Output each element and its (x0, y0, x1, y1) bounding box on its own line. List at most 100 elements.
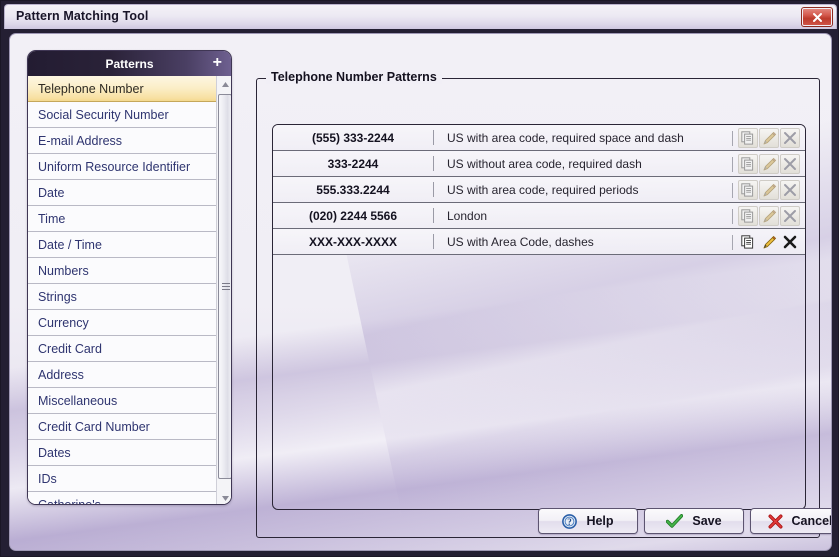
x-icon (768, 514, 782, 528)
actions-divider (732, 182, 733, 198)
sidebar-item-catherine-s[interactable]: Catherine's (28, 492, 216, 504)
scroll-thumb[interactable] (218, 94, 231, 479)
sidebar-item-currency[interactable]: Currency (28, 310, 216, 336)
sidebar-item-ids[interactable]: IDs (28, 466, 216, 492)
sidebar-item-date[interactable]: Date (28, 180, 216, 206)
pattern-table: (555) 333-2244 US with area code, require… (272, 124, 806, 510)
pattern-example: (555) 333-2244 (311, 130, 395, 145)
window-title: Pattern Matching Tool (16, 9, 149, 23)
edit-pattern-button[interactable] (759, 180, 779, 200)
caret-down-icon (221, 495, 229, 501)
table-row[interactable]: 333-2244 US without area code, required d… (273, 151, 805, 177)
copy-icon (741, 131, 754, 145)
scroll-down-button[interactable] (217, 490, 231, 504)
actions-divider (732, 234, 733, 250)
svg-text:?: ? (568, 517, 573, 527)
edit-pattern-button[interactable] (759, 154, 779, 174)
dialog-button-bar: ? Help Save Cancel (10, 508, 832, 542)
sidebar-item-social-security-number[interactable]: Social Security Number (28, 102, 216, 128)
edit-pencil-icon (763, 209, 776, 222)
copy-pattern-button[interactable] (738, 128, 758, 148)
caret-up-icon (221, 81, 229, 87)
cancel-button[interactable]: Cancel (750, 508, 832, 534)
delete-x-icon (784, 158, 796, 170)
sidebar-item-label: Strings (38, 290, 77, 304)
question-circle-icon: ? (562, 513, 578, 529)
delete-pattern-button[interactable] (780, 232, 800, 252)
sidebar-item-numbers[interactable]: Numbers (28, 258, 216, 284)
sidebar-item-label: IDs (38, 472, 57, 486)
delete-x-icon (784, 132, 796, 144)
client-area: Patterns + Telephone Number Social Securi… (4, 29, 837, 555)
copy-pattern-button[interactable] (738, 180, 758, 200)
telephone-patterns-groupbox: Telephone Number Patterns (555) 333-2244… (256, 70, 820, 538)
patterns-header-title: Patterns (105, 56, 154, 71)
sidebar-item-uniform-resource-identifier[interactable]: Uniform Resource Identifier (28, 154, 216, 180)
edit-pattern-button[interactable] (759, 128, 779, 148)
row-actions (732, 205, 800, 227)
table-row[interactable]: XXX-XXX-XXXX US with Area Code, dashes (273, 229, 805, 255)
check-icon (666, 513, 684, 528)
sidebar-item-label: Credit Card (38, 342, 102, 356)
pattern-example: 555.333.2244 (316, 182, 390, 197)
sidebar-item-label: Uniform Resource Identifier (38, 160, 191, 174)
sidebar-item-telephone-number[interactable]: Telephone Number (28, 76, 216, 102)
sidebar-item-dates[interactable]: Dates (28, 440, 216, 466)
sidebar-item-e-mail-address[interactable]: E-mail Address (28, 128, 216, 154)
edit-pattern-button[interactable] (759, 232, 779, 252)
copy-icon (741, 157, 754, 171)
sidebar-item-label: Date / Time (38, 238, 102, 252)
column-divider (433, 182, 434, 197)
pattern-example: (020) 2244 5566 (308, 208, 398, 223)
close-icon (812, 12, 822, 22)
sidebar-item-label: Telephone Number (38, 82, 144, 96)
help-button-label: Help (586, 514, 614, 528)
pattern-example: XXX-XXX-XXXX (308, 234, 398, 249)
edit-pencil-icon (763, 131, 776, 144)
save-button[interactable]: Save (644, 508, 744, 534)
copy-icon (741, 209, 754, 223)
add-pattern-button[interactable]: + (213, 54, 222, 72)
sidebar-item-label: Address (38, 368, 84, 382)
patterns-list-wrapper: Telephone Number Social Security Number E-… (28, 76, 231, 504)
dialog-surface: Patterns + Telephone Number Social Securi… (9, 33, 832, 551)
sidebar-item-strings[interactable]: Strings (28, 284, 216, 310)
edit-pencil-icon (763, 157, 776, 170)
copy-icon (741, 183, 754, 197)
actions-divider (732, 156, 733, 172)
copy-pattern-button[interactable] (738, 206, 758, 226)
patterns-scrollbar[interactable] (216, 76, 231, 504)
cancel-button-label: Cancel (791, 514, 832, 528)
column-divider (433, 208, 434, 223)
save-button-label: Save (692, 514, 722, 528)
sidebar-item-label: Date (38, 186, 65, 200)
delete-pattern-button[interactable] (780, 180, 800, 200)
delete-pattern-button[interactable] (780, 154, 800, 174)
delete-x-icon (784, 184, 796, 196)
sidebar-item-miscellaneous[interactable]: Miscellaneous (28, 388, 216, 414)
scroll-up-button[interactable] (217, 76, 231, 92)
copy-pattern-button[interactable] (738, 154, 758, 174)
table-row[interactable]: 555.333.2244 US with area code, required … (273, 177, 805, 203)
sidebar-item-address[interactable]: Address (28, 362, 216, 388)
sidebar-item-credit-card[interactable]: Credit Card (28, 336, 216, 362)
table-row[interactable]: (555) 333-2244 US with area code, require… (273, 125, 805, 151)
delete-pattern-button[interactable] (780, 128, 800, 148)
help-button[interactable]: ? Help (538, 508, 638, 534)
patterns-panel: Patterns + Telephone Number Social Securi… (27, 50, 232, 505)
sidebar-item-label: Credit Card Number (38, 420, 150, 434)
sidebar-item-time[interactable]: Time (28, 206, 216, 232)
close-button[interactable] (801, 7, 833, 27)
row-actions (732, 127, 800, 149)
sidebar-item-label: Social Security Number (38, 108, 169, 122)
edit-pattern-button[interactable] (759, 206, 779, 226)
sidebar-item-credit-card-number[interactable]: Credit Card Number (28, 414, 216, 440)
sidebar-item-date-time[interactable]: Date / Time (28, 232, 216, 258)
patterns-list[interactable]: Telephone Number Social Security Number E-… (28, 76, 216, 504)
table-row[interactable]: (020) 2244 5566 London (273, 203, 805, 229)
copy-icon (741, 235, 754, 249)
row-actions (732, 179, 800, 201)
sidebar-item-label: Time (38, 212, 66, 226)
delete-pattern-button[interactable] (780, 206, 800, 226)
copy-pattern-button[interactable] (738, 232, 758, 252)
